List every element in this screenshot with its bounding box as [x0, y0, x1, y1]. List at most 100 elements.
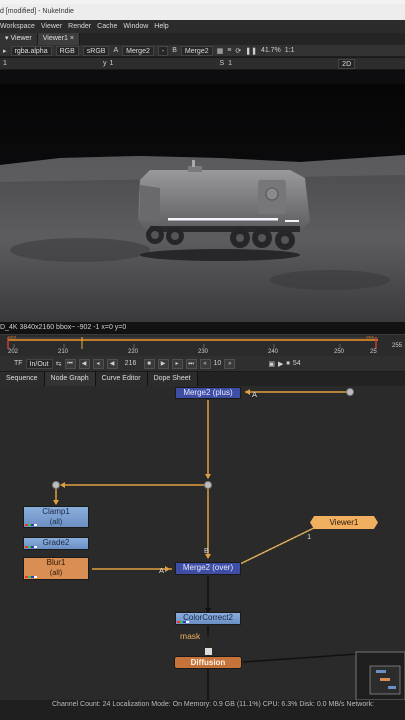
play-forward-button[interactable]: ▶	[157, 358, 169, 369]
tab-sequence[interactable]: Sequence	[0, 372, 45, 386]
rgb-dropdown[interactable]: RGB	[55, 45, 79, 56]
s-label: S	[219, 60, 225, 67]
diffusion-label: Diffusion	[190, 658, 226, 667]
tab-curve-editor[interactable]: Curve Editor	[95, 372, 148, 386]
menu-viewer[interactable]: Viewer	[41, 23, 62, 30]
close-icon[interactable]: ×	[70, 35, 74, 42]
grade-node[interactable]: Grade2	[23, 537, 89, 550]
merge-plus-node[interactable]: Merge2 (plus)	[175, 387, 241, 399]
tab-viewer[interactable]: ▾ Viewer	[0, 33, 38, 45]
window-title: d [modified] - NukeIndie	[0, 4, 405, 20]
current-frame-input[interactable]: 216	[121, 360, 141, 367]
timeline-out-marker: 255	[366, 336, 375, 342]
tab-dope-sheet[interactable]: Dope Sheet	[147, 372, 198, 386]
mask-input-icon	[205, 648, 212, 655]
first-frame-button[interactable]: ⏮	[64, 358, 76, 369]
b-input-dropdown[interactable]: Merge2	[180, 45, 213, 56]
dot-node[interactable]	[52, 481, 60, 489]
tab-viewer1[interactable]: Viewer1 ×	[37, 33, 80, 45]
playback-controls: TF In/Out ⇆ ⏮ ◀ ◂ ◀ 216 ■ ▶ ▸ ⏭ « 10 » ▣…	[0, 356, 405, 372]
colorcorrect-node[interactable]: ColorCorrect2	[175, 612, 241, 625]
channel-bar-icon	[177, 621, 189, 623]
a-input-dropdown[interactable]: Merge2	[122, 45, 154, 56]
tab-viewer1-label: Viewer1	[42, 35, 68, 42]
tf-label[interactable]: TF	[14, 360, 23, 367]
channel-bar-icon	[25, 546, 37, 548]
play-icon[interactable]: ▶	[278, 360, 283, 368]
node-graph[interactable]: Merge2 (plus) A Clamp1 (all) Grade2 Blur…	[0, 386, 405, 700]
channels-dropdown[interactable]: rgba.alpha	[10, 45, 52, 56]
range-mode-dropdown[interactable]: In/Out	[25, 358, 53, 369]
timeline[interactable]: 202 255 202 210 220 230 240 250 25 255	[0, 334, 405, 356]
viewer-node-label: Viewer1	[329, 518, 359, 527]
tick-label: 210	[58, 349, 69, 355]
mode-dropdown[interactable]: -	[157, 45, 169, 56]
y-input[interactable]: 1	[110, 60, 220, 67]
view-mode-dropdown[interactable]: 2D	[338, 58, 356, 69]
timeline-end-value: 255	[392, 343, 403, 349]
stop-button[interactable]: ■	[143, 358, 155, 369]
viewer-input-label: 1	[307, 532, 312, 541]
viewer-node[interactable]: Viewer1	[310, 516, 378, 529]
b-input-label: B	[172, 47, 177, 54]
tick-label: 240	[268, 349, 279, 355]
merge-plus-label: Merge2 (plus)	[183, 388, 233, 397]
merge-over-b-label: B	[204, 546, 210, 555]
viewer-canvas[interactable]	[0, 70, 405, 322]
tick-label: 25	[370, 349, 377, 355]
menu-bar: Workspace Viewer Render Cache Window Hel…	[0, 20, 405, 33]
menu-workspace[interactable]: Workspace	[0, 23, 35, 30]
blur-label: Blur1	[46, 558, 66, 567]
grid-icon[interactable]: ▦	[217, 47, 224, 55]
cache-icon[interactable]: ⏹	[286, 360, 290, 368]
dot-node[interactable]	[346, 388, 354, 396]
blur-node[interactable]: Blur1 (all)	[23, 557, 89, 580]
loop-icon[interactable]: ⇆	[56, 360, 62, 368]
menu-render[interactable]: Render	[68, 23, 91, 30]
tick-label: 220	[128, 349, 139, 355]
viewer-controls-row2: 1 y 1 S 1 2D	[0, 58, 405, 70]
next-frame-button[interactable]: ▸	[171, 358, 183, 369]
menu-window[interactable]: Window	[123, 23, 148, 30]
tab-viewer-label: Viewer	[10, 35, 32, 42]
end-frame-value[interactable]: 54	[293, 360, 301, 367]
dot-node[interactable]	[204, 481, 212, 489]
menu-help[interactable]: Help	[154, 23, 168, 30]
rover-render-image	[0, 70, 405, 322]
last-frame-button[interactable]: ⏭	[185, 358, 197, 369]
channel-icon: ▸	[3, 47, 7, 55]
increment-input[interactable]: 10	[214, 360, 222, 367]
channel-bar-icon	[25, 524, 37, 526]
status-text: Channel Count: 24 Localization Mode: On …	[52, 701, 375, 708]
pause-icon[interactable]: ❚❚	[245, 47, 257, 55]
realtime-icon[interactable]: ▣	[268, 360, 275, 368]
merge-over-label: Merge2 (over)	[182, 563, 234, 572]
colorspace-dropdown[interactable]: sRGB	[82, 45, 110, 56]
lines-icon[interactable]: ≡	[227, 47, 231, 54]
status-bar: Channel Count: 24 Localization Mode: On …	[0, 700, 405, 720]
zoom-value[interactable]: 41.7%	[261, 47, 281, 54]
channel-bar-icon	[25, 576, 37, 578]
skip-forward-button[interactable]: »	[224, 358, 236, 369]
merge-over-a-label: A	[159, 566, 165, 575]
y-label: y	[103, 60, 107, 67]
prev-frame-button[interactable]: ◂	[92, 358, 104, 369]
clamp-node[interactable]: Clamp1 (all)	[23, 506, 89, 528]
merge-plus-a-label: A	[252, 390, 258, 399]
tab-node-graph[interactable]: Node Graph	[44, 372, 96, 386]
mask-label: mask	[180, 631, 201, 641]
merge-over-node[interactable]: Merge2 (over)	[175, 562, 241, 575]
viewer-controls: ▸ rgba.alpha RGB sRGB A Merge2 - B Merge…	[0, 45, 405, 57]
diffusion-node[interactable]: Diffusion	[174, 656, 242, 669]
frame-input[interactable]: 1	[3, 60, 93, 67]
menu-cache[interactable]: Cache	[97, 23, 117, 30]
viewer-tab-bar: ▾ Viewer Viewer1 ×	[0, 33, 405, 45]
tick-label: 250	[334, 349, 345, 355]
ratio-value[interactable]: 1:1	[285, 47, 295, 54]
s-input[interactable]: 1	[228, 60, 338, 67]
play-backward-button[interactable]: ◀	[106, 358, 118, 369]
prev-key-button[interactable]: ◀	[78, 358, 90, 369]
skip-back-button[interactable]: «	[199, 358, 211, 369]
sync-icon[interactable]: ⟳	[235, 47, 241, 55]
tick-label: 202	[8, 349, 19, 355]
